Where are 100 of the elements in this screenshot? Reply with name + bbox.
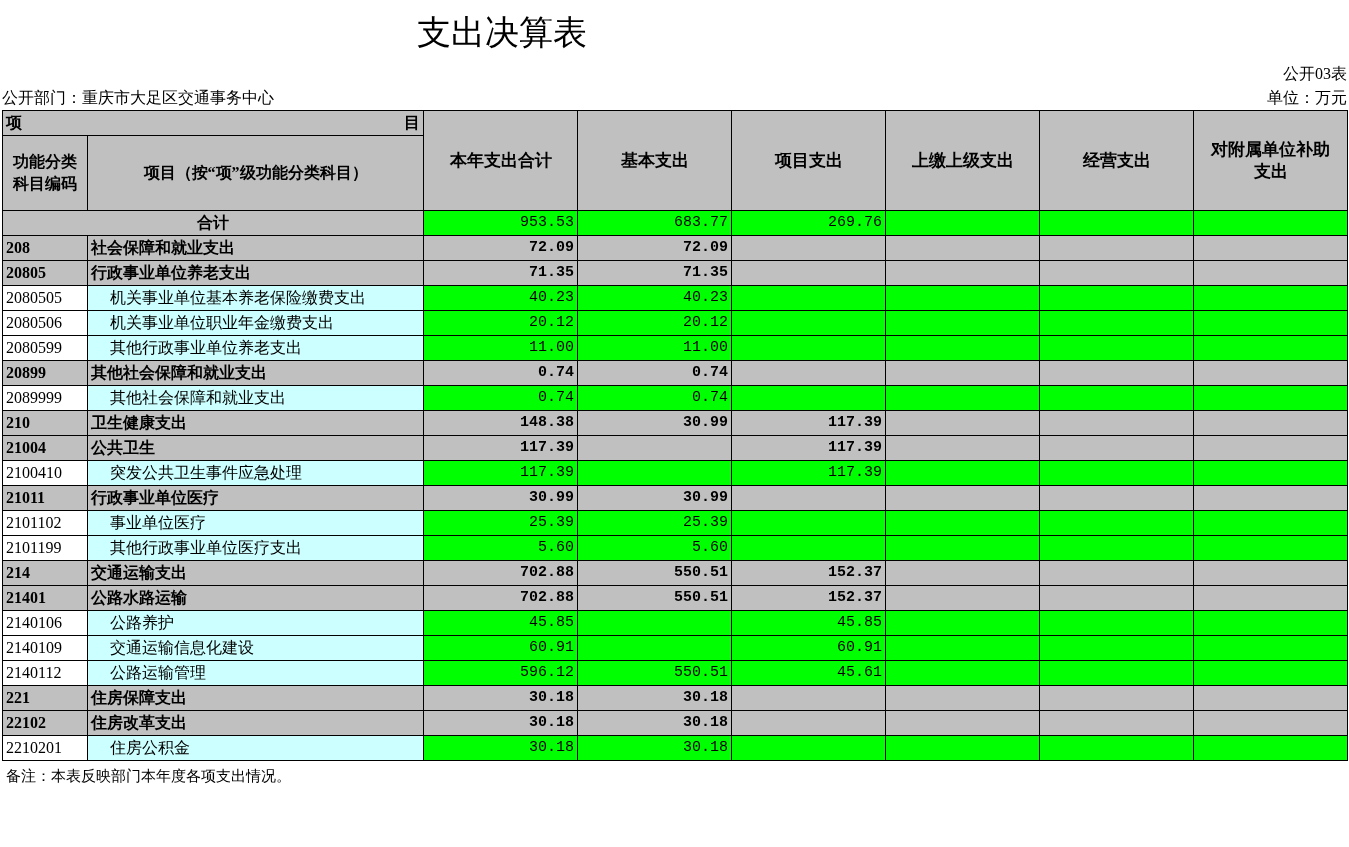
table-cell: 住房保障支出 — [87, 685, 424, 711]
column-header: 项目（按“项”级功能分类科目） — [87, 135, 424, 211]
table-cell: 卫生健康支出 — [87, 410, 424, 436]
table-cell: 117.39 — [423, 460, 578, 486]
column-header: 经营支出 — [1039, 110, 1194, 211]
table-cell: 交通运输支出 — [87, 560, 424, 586]
table-cell: 30.18 — [577, 735, 732, 761]
table-cell: 60.91 — [423, 635, 578, 661]
code-cell: 22102 — [2, 710, 88, 736]
table-cell: 公路养护 — [87, 610, 424, 636]
code-cell: 21011 — [2, 485, 88, 511]
table-cell: 72.09 — [423, 235, 578, 261]
code-cell: 2089999 — [2, 385, 88, 411]
table-cell: 25.39 — [577, 510, 732, 536]
table-cell: 45.85 — [731, 610, 886, 636]
form-number: 公开03表 — [1283, 64, 1347, 84]
table-cell: 60.91 — [731, 635, 886, 661]
table-cell: 30.99 — [423, 485, 578, 511]
code-cell: 21401 — [2, 585, 88, 611]
table-cell: 152.37 — [731, 585, 886, 611]
table-cell: 550.51 — [577, 560, 732, 586]
table-cell: 突发公共卫生事件应急处理 — [87, 460, 424, 486]
table-cell: 550.51 — [577, 585, 732, 611]
table-cell: 20.12 — [577, 310, 732, 336]
department-label: 公开部门：重庆市大足区交通事务中心 — [2, 88, 274, 108]
table-cell: 152.37 — [731, 560, 886, 586]
table-cell: 5.60 — [423, 535, 578, 561]
table-cell: 45.85 — [423, 610, 578, 636]
column-header: 功能分类科目编码 — [2, 135, 88, 211]
code-cell: 221 — [2, 685, 88, 711]
code-cell: 2140106 — [2, 610, 88, 636]
column-header: 对附属单位补助支出 — [1193, 110, 1348, 211]
table-cell: 交通运输信息化建设 — [87, 635, 424, 661]
table-cell: 596.12 — [423, 660, 578, 686]
table-cell: 30.99 — [577, 410, 732, 436]
header-label: 目 — [404, 113, 420, 133]
table-cell: 其他行政事业单位医疗支出 — [87, 535, 424, 561]
column-header: 项目支出 — [731, 110, 886, 211]
code-cell: 2140112 — [2, 660, 88, 686]
table-cell: 25.39 — [423, 510, 578, 536]
code-cell: 208 — [2, 235, 88, 261]
table-cell: 事业单位医疗 — [87, 510, 424, 536]
table-cell: 30.18 — [423, 735, 578, 761]
table-cell: 行政事业单位养老支出 — [87, 260, 424, 286]
table-cell: 71.35 — [577, 260, 732, 286]
table-cell: 0.74 — [423, 385, 578, 411]
table-cell: 683.77 — [577, 210, 732, 236]
code-cell: 2140109 — [2, 635, 88, 661]
table-cell: 30.18 — [423, 710, 578, 736]
table-cell: 20.12 — [423, 310, 578, 336]
table-cell: 其他行政事业单位养老支出 — [87, 335, 424, 361]
table-cell: 550.51 — [577, 660, 732, 686]
code-cell: 20805 — [2, 260, 88, 286]
unit-label: 单位：万元 — [1267, 88, 1347, 108]
table-cell: 117.39 — [731, 460, 886, 486]
table-cell: 11.00 — [423, 335, 578, 361]
table-cell: 住房改革支出 — [87, 710, 424, 736]
table-cell: 702.88 — [423, 560, 578, 586]
table-cell: 0.74 — [423, 360, 578, 386]
table-cell: 公路运输管理 — [87, 660, 424, 686]
table-cell: 30.18 — [577, 685, 732, 711]
code-cell: 2080506 — [2, 310, 88, 336]
table-cell: 30.99 — [577, 485, 732, 511]
table-cell: 30.18 — [577, 710, 732, 736]
sheet-title: 支出决算表 — [416, 13, 588, 53]
table-cell: 11.00 — [577, 335, 732, 361]
table-cell: 953.53 — [423, 210, 578, 236]
table-cell: 社会保障和就业支出 — [87, 235, 424, 261]
table-cell: 公共卫生 — [87, 435, 424, 461]
code-cell: 210 — [2, 410, 88, 436]
code-cell: 2100410 — [2, 460, 88, 486]
table-cell: 其他社会保障和就业支出 — [87, 385, 424, 411]
code-cell: 214 — [2, 560, 88, 586]
table-cell: 45.61 — [731, 660, 886, 686]
table-cell: 公路水路运输 — [87, 585, 424, 611]
code-cell: 2080599 — [2, 335, 88, 361]
table-cell: 269.76 — [731, 210, 886, 236]
table-cell: 117.39 — [731, 435, 886, 461]
table-cell: 117.39 — [423, 435, 578, 461]
table-cell: 住房公积金 — [87, 735, 424, 761]
column-header: 基本支出 — [577, 110, 732, 211]
header-label: 项 — [6, 113, 22, 133]
code-cell: 2101102 — [2, 510, 88, 536]
table-cell: 72.09 — [577, 235, 732, 261]
footnote: 备注：本表反映部门本年度各项支出情况。 — [5, 767, 292, 786]
table-cell: 71.35 — [423, 260, 578, 286]
code-cell: 20899 — [2, 360, 88, 386]
column-header: 上缴上级支出 — [885, 110, 1040, 211]
code-cell: 2210201 — [2, 735, 88, 761]
table-cell: 其他社会保障和就业支出 — [87, 360, 424, 386]
table-cell: 0.74 — [577, 360, 732, 386]
table-cell: 机关事业单位职业年金缴费支出 — [87, 310, 424, 336]
table-cell: 行政事业单位医疗 — [87, 485, 424, 511]
table-cell: 40.23 — [577, 285, 732, 311]
column-header: 本年支出合计 — [423, 110, 578, 211]
table-cell: 702.88 — [423, 585, 578, 611]
table-cell: 5.60 — [577, 535, 732, 561]
table-cell: 机关事业单位基本养老保险缴费支出 — [87, 285, 424, 311]
total-label: 合计 — [2, 210, 424, 236]
code-cell: 2101199 — [2, 535, 88, 561]
